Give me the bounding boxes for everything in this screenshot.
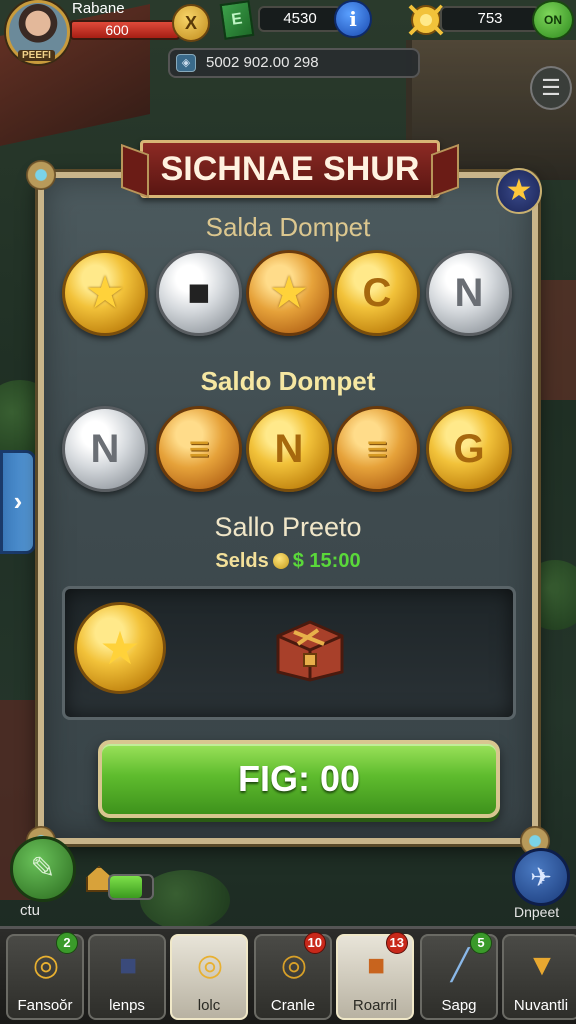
notification-badge: 5 [470,932,492,954]
balance-line: Selds $ 15:00 [38,550,538,573]
modal-title: SICHNAE SHUR [140,140,440,198]
dock-item-5[interactable]: ╱ Sapg 5 [420,932,498,1020]
section-title-2: Saldo Dompet [200,366,376,396]
section-title-1: Salda Dompet [205,212,371,242]
coin-glyph: ≡ [188,428,210,469]
torch-icon: ▼ [527,949,557,982]
coin-button[interactable]: X [172,4,210,42]
side-expand-button[interactable]: › [0,450,36,554]
right-widget-label: Dnpeet [514,904,560,920]
dock-label: Sapg [441,997,477,1014]
balance-label: Selds [215,550,269,572]
top-bar: PEEFI Rabane 600 X E 4530 i 753 ON ◈ 500… [0,0,576,110]
notification-badge: 2 [56,932,78,954]
balance-value: $ 15:00 [292,550,361,572]
row2-coin[interactable]: ≡ [334,406,420,492]
section-title-3: Sallo Preeto [214,512,362,542]
coin-glyph: ★ [271,271,307,315]
frame-corner [26,160,56,190]
progress-bar [108,874,154,900]
dock-label: Roarril [352,997,398,1014]
dock-label: lolc [197,997,221,1014]
dock-item-2[interactable]: ◎ lolc [170,934,248,1020]
dock-item-0[interactable]: ◎ Fansoŏr 2 [6,932,84,1020]
coin-glyph: C [362,271,392,315]
progress-fill [110,876,142,898]
dock-item-4[interactable]: ■ Roarril 13 [336,932,414,1020]
left-widget-label: ctu [20,902,41,919]
coin-glyph: ≡ [366,428,388,469]
menu-button[interactable]: ☰ [530,66,572,110]
house-right [536,280,576,400]
plane-icon[interactable]: ✈ [512,848,570,906]
dock-item-6[interactable]: ▼ Nuvantli [502,934,576,1020]
wallet-address-text: 5002 902.00 298 [206,54,319,71]
coin-glyph: G [453,427,485,471]
chest-icon: ■ [118,949,138,982]
row1-coin[interactable]: N [426,250,512,336]
gold-counter: 753 [440,6,540,32]
gem-icon [272,553,289,569]
info-button[interactable]: i [334,0,372,38]
notification-badge: 13 [385,932,408,954]
resource-counter: 4530 [258,6,342,32]
edit-icon[interactable]: ✎ [10,836,76,902]
coin-glyph: N [274,427,304,471]
confirm-button[interactable]: FIG: 00 [98,740,500,818]
coin-glyph: N [90,427,120,471]
health-value: 600 [105,22,129,38]
coin-glyph: ■ [187,272,211,314]
row1-coin[interactable]: ★ [62,250,148,336]
avatar-tag: PEEFI [18,50,55,61]
toggle-button[interactable]: ON [532,0,574,40]
player-name: Rabane [72,0,125,17]
treasure-chest-icon[interactable] [272,610,348,682]
row2-coin[interactable]: N [62,406,148,492]
coin-glyph: N [454,271,484,315]
notification-badge: 10 [303,932,326,954]
health-bar: 600 [70,20,180,40]
reward-coin-icon[interactable]: ★ [74,602,166,694]
dock-label: Cranle [270,997,316,1014]
row1-coin[interactable]: ★ [246,250,332,336]
row2-coin[interactable]: ≡ [156,406,242,492]
coin-glyph: ★ [87,271,123,315]
coins-stack-icon: ◎ [196,949,224,982]
wallet-address[interactable]: ◈ 5002 902.00 298 [168,48,420,78]
dock-label: Fansoŏr [17,997,73,1014]
wallet-icon: ◈ [176,54,196,72]
row1-coin[interactable]: ■ [156,250,242,336]
row1-coin[interactable]: C [334,250,420,336]
dock-label: Nuvantli [513,997,569,1014]
emerald-icon: E [219,0,255,40]
dock-label: lenps [109,997,145,1014]
star-icon[interactable]: ★ [496,168,542,214]
dock-item-3[interactable]: ◎ Cranle 10 [254,932,332,1020]
row2-coin[interactable]: G [426,406,512,492]
row2-coin[interactable]: N [246,406,332,492]
dock-item-1[interactable]: ■ lenps [88,934,166,1020]
